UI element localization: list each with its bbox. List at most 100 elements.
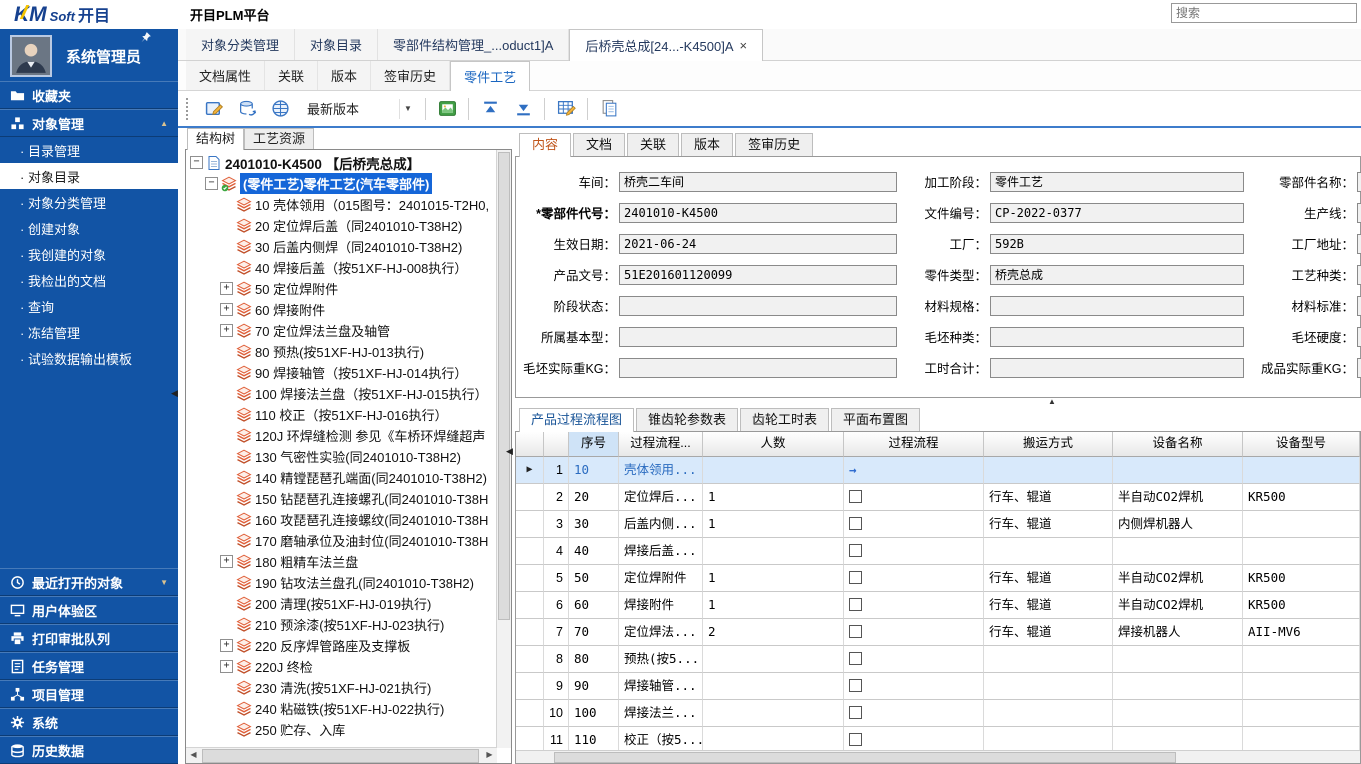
field-input-blank-hardness[interactable] — [1357, 327, 1361, 347]
table-row[interactable]: 550定位焊附件1行车、辊道半自动CO2焊机KR500 — [516, 565, 1360, 592]
tree-process-node[interactable]: +220 反序焊管路座及支撑板 — [186, 635, 497, 656]
tab-gear-hours[interactable]: 齿轮工时表 — [740, 408, 829, 431]
tab-process-resources[interactable]: 工艺资源 — [244, 128, 314, 149]
tree-group-node-selected[interactable]: −(零件工艺)零件工艺(汽车零部件) — [186, 173, 497, 194]
chevron-down-icon[interactable]: ▼ — [160, 578, 168, 587]
field-input-product-doc-no[interactable]: 51E201601120099 — [619, 265, 897, 285]
table-row[interactable]: 990焊接轴管... — [516, 673, 1360, 700]
sidebar-item-recent-objects[interactable]: 最近打开的对象▼ — [0, 568, 178, 596]
tab-part-structure-mgmt[interactable]: 零部件结构管理_...oduct1]A — [378, 29, 569, 60]
sidebar-item-task-mgmt[interactable]: 任务管理 — [0, 652, 178, 680]
tab-object-catalog[interactable]: 对象目录 — [295, 29, 378, 60]
tab-rear-axle-housing[interactable]: 后桥壳总成[24...-K4500]A× — [569, 29, 763, 61]
sidebar-item-project-mgmt[interactable]: 项目管理 — [0, 680, 178, 708]
field-input-base-model[interactable] — [619, 327, 897, 347]
flow-checkbox[interactable] — [849, 733, 862, 746]
tab-versions[interactable]: 版本 — [318, 61, 371, 90]
refresh-data-button[interactable] — [235, 97, 259, 121]
tab-plant-layout[interactable]: 平面布置图 — [831, 408, 920, 431]
tab-doc-properties[interactable]: 文档属性 — [186, 61, 265, 90]
expand-all-button[interactable] — [511, 97, 535, 121]
sidebar-item-object-mgmt[interactable]: 对象管理▲ — [0, 109, 178, 137]
sidebar-item-favorites[interactable]: 收藏夹 — [0, 81, 178, 109]
scroll-right-arrow-icon[interactable]: ▶ — [482, 748, 497, 762]
chevron-up-icon[interactable]: ▲ — [160, 119, 168, 128]
expand-icon[interactable]: + — [220, 303, 233, 316]
tab-versions[interactable]: 版本 — [681, 133, 733, 156]
field-input-process-stage[interactable]: 零件工艺 — [990, 172, 1244, 192]
flow-checkbox[interactable] — [849, 490, 862, 503]
tree-process-node[interactable]: +60 焊接附件 — [186, 299, 497, 320]
tree-process-node[interactable]: +220J 终检 — [186, 656, 497, 677]
edit-properties-button[interactable] — [202, 97, 226, 121]
sidebar-item-user-experience[interactable]: 用户体验区 — [0, 596, 178, 624]
sidebar-item-catalog-mgmt[interactable]: 目录管理 — [0, 137, 178, 163]
field-input-part-code[interactable]: 2401010-K4500 — [619, 203, 897, 223]
scroll-left-arrow-icon[interactable]: ◀ — [186, 748, 201, 762]
tab-relations[interactable]: 关联 — [265, 61, 318, 90]
tab-process-flow-chart[interactable]: 产品过程流程图 — [519, 408, 634, 432]
flow-checkbox[interactable] — [849, 598, 862, 611]
scrollbar-thumb[interactable] — [498, 152, 510, 620]
tree-process-node[interactable]: +70 定位焊法兰盘及轴管 — [186, 320, 497, 341]
tab-object-class-mgmt[interactable]: 对象分类管理 — [186, 29, 295, 60]
expand-icon[interactable]: + — [220, 555, 233, 568]
field-input-blank-actual-weight[interactable] — [619, 358, 897, 378]
table-row[interactable]: 880预热(按5... — [516, 646, 1360, 673]
close-tab-icon[interactable]: × — [740, 38, 748, 53]
tab-part-process[interactable]: 零件工艺 — [450, 61, 530, 91]
tree-process-node[interactable]: +230 清洗(按51XF-HJ-021执行) — [186, 677, 497, 698]
tree-process-node[interactable]: +210 预涂漆(按51XF-HJ-023执行) — [186, 614, 497, 635]
tree-process-node[interactable]: +140 精镗琵琶孔端面(同2401010-T38H2) — [186, 467, 497, 488]
tree-horizontal-scrollbar[interactable]: ◀ ▶ — [186, 747, 497, 763]
flow-checkbox[interactable] — [849, 625, 862, 638]
pane-splitter[interactable]: ▲ — [515, 398, 1361, 408]
export-image-button[interactable] — [435, 97, 459, 121]
sidebar-collapse-arrow-icon[interactable]: ◀ — [171, 388, 178, 399]
field-input-factory-address[interactable]: 襄阳市 — [1357, 234, 1361, 254]
tree-process-node[interactable]: +170 磨轴承位及油封位(同2401010-T38H — [186, 530, 497, 551]
field-input-blank-type[interactable] — [990, 327, 1244, 347]
table-row[interactable]: ▶110壳体领用...→ — [516, 457, 1360, 484]
field-input-material-std[interactable] — [1357, 296, 1361, 316]
tree-process-node[interactable]: +50 定位焊附件 — [186, 278, 497, 299]
flow-checkbox[interactable] — [849, 517, 862, 530]
tab-content[interactable]: 内容 — [519, 133, 571, 157]
table-row[interactable]: 440焊接后盖... — [516, 538, 1360, 565]
sidebar-item-test-data-template[interactable]: 试验数据输出模板 — [0, 345, 178, 371]
sidebar-item-object-catalog[interactable]: 对象目录 — [0, 163, 178, 189]
sidebar-item-my-created-objects[interactable]: 我创建的对象 — [0, 241, 178, 267]
sidebar-item-query[interactable]: 查询 — [0, 293, 178, 319]
tree-process-node[interactable]: +180 粗精车法兰盘 — [186, 551, 497, 572]
tree-process-node[interactable]: +40 焊接后盖（按51XF-HJ-008执行） — [186, 257, 497, 278]
field-input-workshop[interactable]: 桥壳二车间 — [619, 172, 897, 192]
table-row[interactable]: 330后盖内侧...1行车、辊道内侧焊机器人 — [516, 511, 1360, 538]
tree-process-node[interactable]: +250 贮存、入库 — [186, 719, 497, 740]
tree-process-node[interactable]: +20 定位焊后盖（同2401010-T38H2) — [186, 215, 497, 236]
field-input-stage-status[interactable] — [619, 296, 897, 316]
flow-checkbox[interactable] — [849, 544, 862, 557]
tree-process-node[interactable]: +110 校正（按51XF-HJ-016执行） — [186, 404, 497, 425]
tree-process-node[interactable]: +100 焊接法兰盘（按51XF-HJ-015执行） — [186, 383, 497, 404]
field-input-part-type[interactable]: 桥壳总成 — [990, 265, 1244, 285]
collapse-all-button[interactable] — [478, 97, 502, 121]
sidebar-item-my-checked-out-docs[interactable]: 我检出的文档 — [0, 267, 178, 293]
tree-process-node[interactable]: +190 钻攻法兰盘孔(同2401010-T38H2) — [186, 572, 497, 593]
scrollbar-thumb[interactable] — [554, 752, 1176, 763]
tree-process-node[interactable]: +120J 环焊缝检测 参见《车桥环焊缝超声 — [186, 425, 497, 446]
expand-icon[interactable]: + — [220, 639, 233, 652]
grid-view-button[interactable] — [268, 97, 292, 121]
expand-icon[interactable]: + — [220, 324, 233, 337]
field-input-effective-date[interactable]: 2021-06-24 — [619, 234, 897, 254]
flow-checkbox[interactable] — [849, 571, 862, 584]
edit-table-button[interactable] — [554, 97, 578, 121]
flow-checkbox[interactable] — [849, 652, 862, 665]
field-input-process-type[interactable]: 加工 — [1357, 265, 1361, 285]
tab-sign-history[interactable]: 签审历史 — [735, 133, 813, 156]
splitter-up-arrow-icon[interactable]: ▲ — [1048, 397, 1056, 406]
pin-icon[interactable] — [140, 31, 152, 43]
collapse-icon[interactable]: − — [190, 156, 203, 169]
copy-document-button[interactable] — [597, 97, 621, 121]
tree-root-node[interactable]: −2401010-K4500 【后桥壳总成】 — [186, 152, 497, 173]
tree-process-node[interactable]: +130 气密性实验(同2401010-T38H2) — [186, 446, 497, 467]
